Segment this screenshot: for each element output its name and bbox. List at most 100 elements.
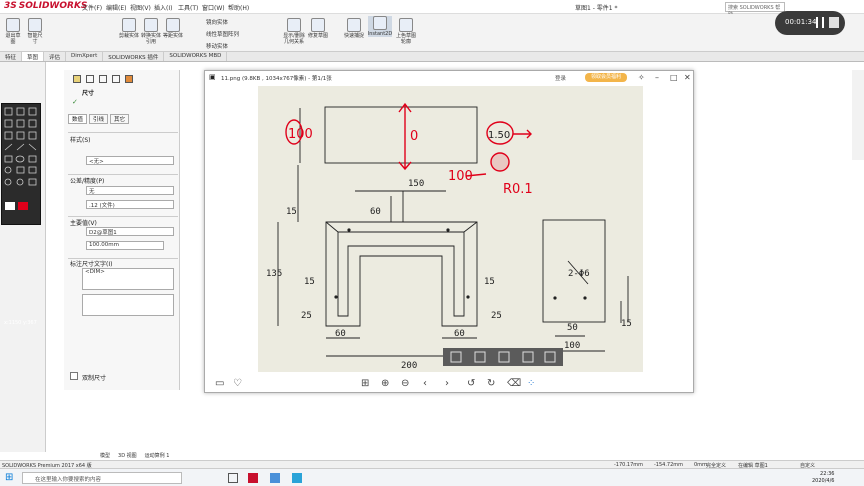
solidworks-taskbar-icon[interactable]: [248, 473, 258, 483]
display-relations-button[interactable]: 显示/删除几何关系: [282, 18, 306, 45]
menu-edit[interactable]: 编辑(E): [106, 3, 126, 12]
menu-view[interactable]: 视图(V): [130, 3, 151, 12]
dim-100-side: 100: [564, 341, 580, 351]
dimension-name-field[interactable]: D2@草图1: [86, 227, 174, 236]
exit-sketch-button[interactable]: 退出草图: [4, 18, 22, 45]
login-link[interactable]: 登录: [555, 74, 566, 82]
image-action-icons[interactable]: [443, 348, 563, 366]
favorite-icon[interactable]: ♡: [233, 378, 242, 389]
pin-icon[interactable]: ✧: [638, 73, 645, 82]
linear-pattern[interactable]: 线性草图阵列: [206, 30, 239, 38]
property-manager-icon[interactable]: [86, 75, 94, 83]
style-select[interactable]: <无>: [86, 156, 174, 165]
shaded-sketch-button[interactable]: 上色草图轮廓: [394, 18, 418, 45]
subtab-other[interactable]: 其它: [110, 114, 130, 124]
image-action-strip: [443, 348, 563, 366]
pm-subtabs: 数值 引线 其它: [68, 114, 130, 124]
dim-text-field[interactable]: <DIM>: [82, 268, 174, 290]
zoom-out-icon[interactable]: ⊖: [401, 378, 409, 389]
subtab-value[interactable]: 数值: [68, 114, 88, 124]
instant2d-icon: [373, 16, 387, 30]
confirm-check-icon[interactable]: ✓: [72, 98, 78, 106]
app-logo[interactable]: 3S SOLIDWORKS: [4, 1, 87, 11]
tab-sketch[interactable]: 草图: [22, 52, 45, 61]
title-bar: 3S SOLIDWORKS 文件(F) 编辑(E) 视图(V) 插入(I) 工具(…: [0, 0, 864, 18]
divider: [68, 174, 178, 175]
smart-dimension-icon: [28, 18, 42, 32]
annot-0: 0: [410, 129, 418, 144]
convert-entities-button[interactable]: 转换实体引用: [140, 18, 162, 45]
repair-sketch-button[interactable]: 修复草图: [308, 18, 328, 39]
maximize-icon[interactable]: □: [670, 73, 678, 82]
feature-manager-icon[interactable]: [73, 75, 81, 83]
divider: [68, 132, 178, 133]
move-entities[interactable]: 移动实体: [206, 42, 228, 50]
taskbar-app2-icon[interactable]: [292, 473, 302, 483]
taskbar-app-icon[interactable]: [270, 473, 280, 483]
dim-25-a: 25: [301, 311, 312, 321]
task-view-icon[interactable]: [228, 473, 238, 483]
zoom-in-icon[interactable]: ⊕: [381, 378, 389, 389]
display-manager-icon[interactable]: [125, 75, 133, 83]
rotate-left-icon[interactable]: ↺: [467, 378, 475, 389]
quick-snaps-button[interactable]: 快速捕捉: [344, 18, 364, 39]
trim-entities-button[interactable]: 剪裁实体: [118, 18, 140, 39]
smart-dimension-button[interactable]: 智能尺寸: [26, 18, 44, 45]
rotate-right-icon[interactable]: ↻: [487, 378, 495, 389]
tab-model[interactable]: 模型: [100, 452, 110, 460]
tab-motion-study[interactable]: 运动算例 1: [145, 452, 170, 460]
viewer-title: 11.png (9.8KB , 1034x767像素) - 第1/1张: [221, 76, 332, 82]
windows-start-icon[interactable]: ⊞: [5, 472, 13, 483]
tab-mbd[interactable]: SOLIDWORKS MBD: [164, 52, 228, 61]
tolerance-section-label: 公差/精度(P): [70, 178, 105, 185]
menu-file[interactable]: 文件(F): [82, 3, 102, 12]
tab-dimxpert[interactable]: DimXpert: [66, 52, 104, 61]
system-clock[interactable]: 22:36 2020/4/6: [812, 471, 834, 485]
vip-badge[interactable]: 领取会员福利: [585, 73, 627, 82]
pm-tab-icons: [72, 74, 134, 84]
offset-entities-button[interactable]: 等距实体: [162, 18, 184, 39]
delete-icon[interactable]: ⌫: [507, 378, 521, 389]
next-icon[interactable]: ›: [445, 378, 449, 389]
more-apps-icon[interactable]: ⁘: [527, 378, 535, 389]
precision-select[interactable]: .12 (文件): [86, 200, 174, 209]
taskbar-search-input[interactable]: 在这里输入你要搜索的内容: [22, 472, 182, 484]
menu-insert[interactable]: 插入(I): [154, 3, 172, 12]
minimize-icon[interactable]: –: [655, 73, 659, 82]
help-search-input[interactable]: 搜索 SOLIDWORKS 帮助: [725, 2, 785, 18]
dimxpert-icon[interactable]: [112, 75, 120, 83]
dim-15-c: 15: [484, 277, 495, 287]
windows-taskbar: ⊞ 在这里输入你要搜索的内容 22:36 2020/4/6: [0, 468, 864, 486]
tab-features[interactable]: 特征: [0, 52, 23, 61]
menu-tools[interactable]: 工具(T): [178, 3, 198, 12]
pause-icon[interactable]: [816, 17, 824, 28]
mirror-entities[interactable]: 镜向实体: [206, 18, 228, 26]
dual-dimension-checkbox[interactable]: [70, 372, 78, 380]
relations-icon: [287, 18, 301, 32]
dual-dimension-label: 双制尺寸: [82, 375, 107, 382]
dimension-value-field[interactable]: 100.00mm: [86, 241, 164, 250]
tolerance-select[interactable]: 无: [86, 186, 174, 195]
stop-icon[interactable]: [829, 17, 839, 28]
tab-evaluate[interactable]: 评估: [44, 52, 67, 61]
gallery-icon[interactable]: ▭: [215, 378, 224, 389]
previous-icon[interactable]: ‹: [423, 378, 427, 389]
actual-size-icon[interactable]: ⊞: [361, 378, 369, 389]
config-manager-icon[interactable]: [99, 75, 107, 83]
close-icon[interactable]: ✕: [684, 73, 691, 82]
menu-help[interactable]: 帮助(H): [228, 3, 249, 12]
paint-tools-icon[interactable]: [2, 104, 42, 214]
cursor-coordinates: x:1150 y:367: [4, 320, 37, 326]
dim-135: 135: [266, 269, 282, 279]
dim-60-a: 60: [335, 329, 346, 339]
style-section-label: 样式(S): [70, 137, 91, 144]
menu-window[interactable]: 窗口(W): [202, 3, 225, 12]
dim-text-field-2[interactable]: [82, 294, 174, 316]
annot-100: 100: [288, 127, 313, 142]
instant2d-button[interactable]: Instant2D: [368, 16, 392, 37]
subtab-leaders[interactable]: 引线: [89, 114, 109, 124]
tab-addins[interactable]: SOLIDWORKS 插件: [103, 52, 165, 61]
repair-icon: [311, 18, 325, 32]
image-viewer-window: ▣ 11.png (9.8KB , 1034x767像素) - 第1/1张 登录…: [204, 70, 694, 393]
tab-3dviews[interactable]: 3D 视图: [118, 452, 137, 460]
